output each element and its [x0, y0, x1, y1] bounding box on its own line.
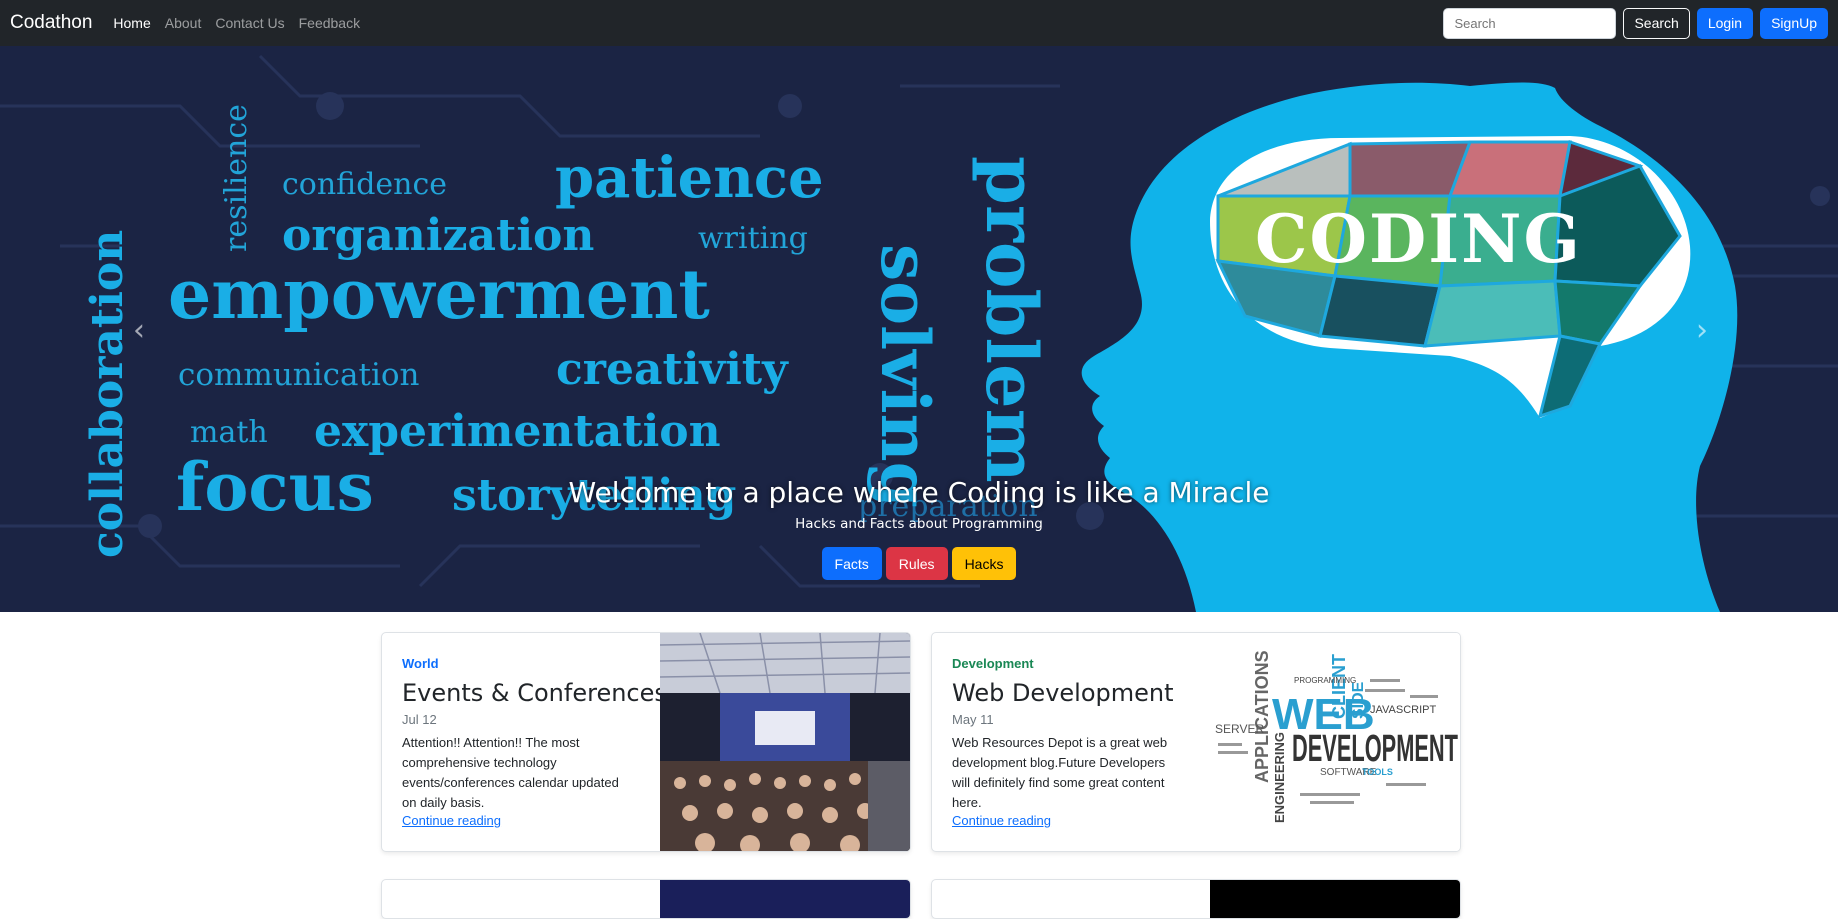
top-navbar: Codathon Home About Contact Us Feedback … [0, 0, 1838, 46]
wordcloud-applications: APPLICATIONS [1252, 650, 1272, 783]
card-category: Development [952, 656, 1034, 671]
card-date: Jul 12 [402, 712, 437, 727]
conference-photo [660, 633, 910, 851]
login-button[interactable]: Login [1696, 7, 1754, 39]
card-category: World [402, 656, 439, 671]
nav-link-feedback[interactable]: Feedback [299, 15, 360, 31]
card-partial-left [381, 879, 911, 919]
card-title: Events & Conferences [402, 679, 667, 707]
card-title: Web Development [952, 679, 1174, 707]
card-web-development: Development Web Development May 11 Web R… [931, 632, 1461, 852]
web-development-wordcloud: WEB DEVELOPMENT CLIENT SIDE APPLICATIONS… [1210, 633, 1460, 851]
carousel-caption-subtitle: Hacks and Facts about Programming [795, 516, 1043, 532]
hacks-button[interactable]: Hacks [951, 547, 1017, 580]
card-text: Attention!! Attention!! The most compreh… [402, 735, 619, 810]
card-date: May 11 [952, 712, 994, 727]
facts-button[interactable]: Facts [821, 547, 882, 580]
carousel-caption-buttons: Facts Rules Hacks [0, 547, 1838, 580]
carousel-caption-title: Welcome to a place where Coding is like … [568, 476, 1270, 509]
coding-badge-text: CODING [1255, 200, 1582, 278]
rules-button[interactable]: Rules [885, 547, 948, 580]
wordcloud-programming: PROGRAMMING [1294, 676, 1356, 685]
nav-link-about[interactable]: About [165, 15, 202, 31]
hero-carousel: confidence patience resilience organizat… [0, 46, 1838, 612]
wordcloud-side: SIDE [1350, 681, 1367, 719]
brand-logo[interactable]: Codathon [10, 12, 92, 34]
card-partial-image [1210, 880, 1460, 918]
wordcloud-development: DEVELOPMENT [1292, 728, 1458, 770]
signup-button[interactable]: SignUp [1760, 7, 1828, 39]
wordcloud-client: CLIENT [1329, 654, 1349, 719]
continue-reading-link[interactable]: Continue reading [952, 813, 1051, 828]
wordcloud-javascript: JAVASCRIPT [1370, 704, 1436, 716]
card-partial-image [660, 880, 910, 918]
continue-reading-link[interactable]: Continue reading [402, 813, 501, 828]
carousel-prev-icon[interactable]: ‹ [124, 311, 154, 351]
wordcloud-engineering: ENGINEERING [1272, 732, 1287, 823]
card-events-conferences: World Events & Conferences Jul 12 Attent… [381, 632, 911, 852]
search-input[interactable] [1443, 7, 1617, 39]
card-partial-right [931, 879, 1461, 919]
wordcloud-tools: TOOLS [1362, 767, 1393, 777]
wordcloud-server: SERVER [1215, 722, 1264, 736]
nav-link-home[interactable]: Home [113, 15, 150, 31]
carousel-next-icon[interactable]: › [1687, 311, 1717, 351]
card-text: Web Resources Depot is a great web devel… [952, 735, 1168, 810]
nav-actions: Search Login SignUp [1443, 7, 1828, 39]
nav-link-contact[interactable]: Contact Us [215, 15, 284, 31]
search-button[interactable]: Search [1623, 7, 1690, 39]
